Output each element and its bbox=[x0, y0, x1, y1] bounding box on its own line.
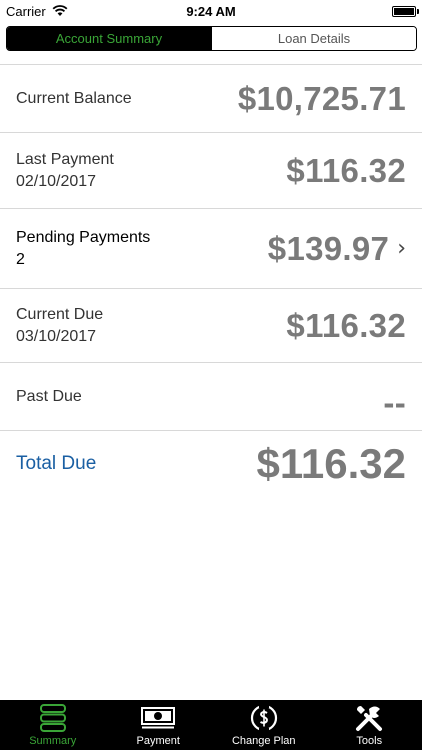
last-payment-label: Last Payment bbox=[16, 150, 114, 168]
battery-icon bbox=[392, 5, 419, 17]
row-last-payment: Last Payment 02/10/2017 $116.32 bbox=[0, 133, 422, 209]
chevron-right-icon: › bbox=[397, 236, 406, 261]
row-past-due: Past Due -- bbox=[0, 363, 422, 431]
segmented-control: Account Summary Loan Details bbox=[6, 26, 417, 51]
battery-fill bbox=[394, 7, 414, 15]
row-right: $139.97 › bbox=[268, 230, 406, 268]
current-balance-label: Current Balance bbox=[16, 89, 132, 107]
past-due-label: Past Due bbox=[16, 387, 82, 405]
status-left: Carrier bbox=[6, 4, 68, 19]
summary-list: Current Balance $10,725.71 Last Payment … bbox=[0, 64, 422, 497]
tab-account-summary[interactable]: Account Summary bbox=[7, 27, 211, 50]
tab-tools[interactable]: Tools bbox=[317, 700, 422, 750]
tab-payment[interactable]: Payment bbox=[106, 700, 212, 750]
row-total-due: Total Due $116.32 bbox=[0, 431, 422, 497]
past-due-value: -- bbox=[383, 383, 406, 421]
current-due-value: $116.32 bbox=[286, 306, 406, 344]
current-due-label: Current Due bbox=[16, 305, 104, 323]
row-left: Last Payment 02/10/2017 bbox=[16, 151, 114, 191]
tab-payment-label: Payment bbox=[136, 735, 180, 747]
last-payment-value: $116.32 bbox=[286, 151, 406, 189]
pending-payments-label: Pending Payments bbox=[16, 228, 151, 246]
row-current-balance: Current Balance $10,725.71 bbox=[0, 65, 422, 133]
row-pending-payments[interactable]: Pending Payments 2 $139.97 › bbox=[0, 209, 422, 289]
row-left: Current Due 03/10/2017 bbox=[16, 306, 103, 346]
current-due-date: 03/10/2017 bbox=[16, 327, 97, 345]
tab-change-plan[interactable]: Change Plan bbox=[211, 700, 317, 750]
refresh-dollar-icon bbox=[249, 703, 279, 733]
last-payment-date: 02/10/2017 bbox=[16, 172, 97, 190]
total-due-value: $116.32 bbox=[256, 440, 406, 487]
tab-change-plan-label: Change Plan bbox=[231, 735, 296, 747]
tab-loan-details[interactable]: Loan Details bbox=[211, 27, 416, 50]
cash-icon bbox=[141, 703, 176, 733]
tab-tools-label: Tools bbox=[356, 735, 383, 747]
wifi-icon bbox=[52, 5, 68, 16]
tab-summary[interactable]: Summary bbox=[0, 700, 106, 750]
tab-summary-label: Summary bbox=[29, 735, 77, 747]
pending-payments-count: 2 bbox=[16, 250, 25, 268]
pending-payments-value: $139.97 bbox=[267, 229, 390, 267]
tab-bar: Summary Payment Change Plan Tools bbox=[0, 700, 422, 750]
row-current-due: Current Due 03/10/2017 $116.32 bbox=[0, 289, 422, 363]
row-left: Current Balance bbox=[16, 90, 132, 108]
status-bar: Carrier 9:24 AM bbox=[0, 0, 422, 22]
row-left: Past Due bbox=[16, 388, 82, 406]
tools-icon bbox=[354, 703, 384, 733]
summary-icon bbox=[39, 703, 67, 733]
current-balance-value: $10,725.71 bbox=[237, 79, 406, 117]
row-left: Pending Payments 2 bbox=[16, 229, 150, 269]
total-due-label: Total Due bbox=[16, 453, 97, 474]
carrier-label: Carrier bbox=[6, 3, 46, 19]
